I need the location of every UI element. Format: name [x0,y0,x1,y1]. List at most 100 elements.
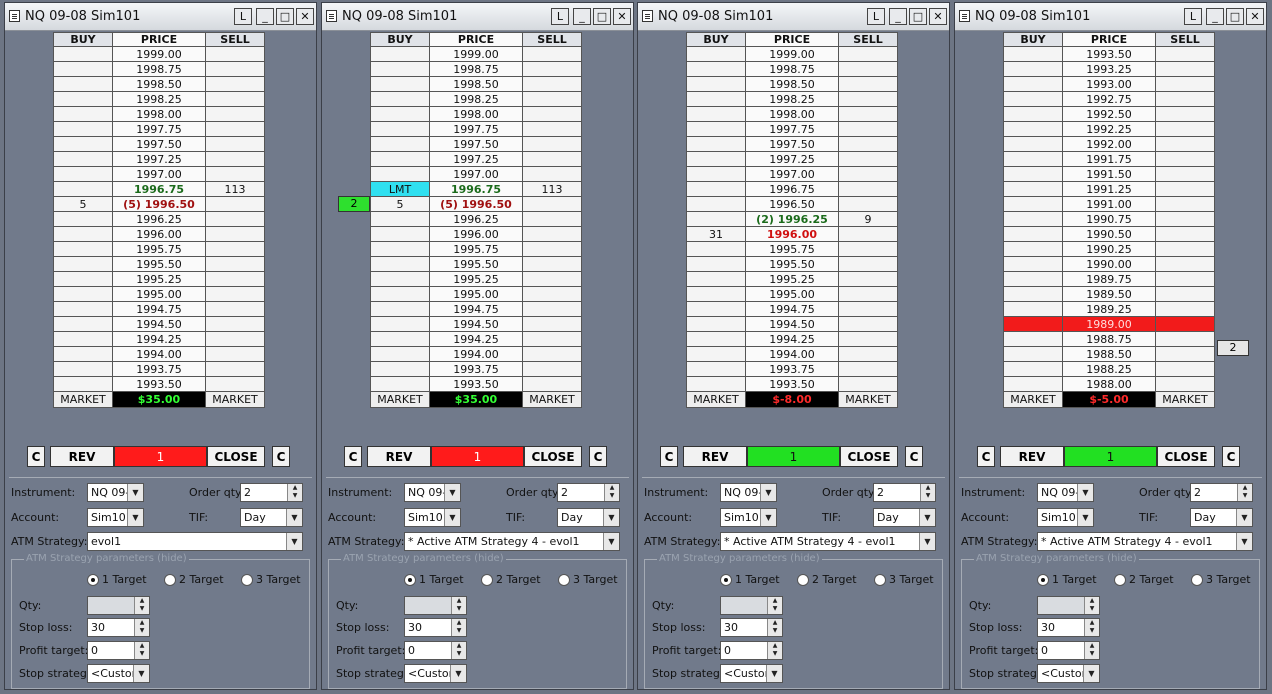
buy-cell[interactable] [686,166,746,182]
buy-cell[interactable] [1003,346,1063,362]
ladder-row[interactable]: 1995.00 [686,286,898,302]
price-cell[interactable]: 1995.75 [429,241,523,257]
buy-cell[interactable] [53,271,113,287]
stop-loss-field[interactable]: 30 ▲ ▼ [1037,618,1100,637]
ladder-row[interactable]: 1993.75 [686,361,898,377]
price-cell[interactable]: 1997.50 [429,136,523,152]
ladder-row[interactable]: 1994.50 [686,316,898,332]
spin-updown-icon[interactable]: ▲ ▼ [134,619,149,636]
sell-cell[interactable] [205,271,265,287]
buy-cell[interactable] [1003,196,1063,212]
dom-window[interactable]: NQ 09-08 Sim101 L _ □ ✕ 2 BUY PRICE SELL 1993.50 1… [954,2,1267,690]
buy-cell[interactable] [53,151,113,167]
price-cell[interactable]: 1992.25 [1062,121,1156,137]
price-cell[interactable]: (5) 1996.50 [429,196,523,212]
sell-cell[interactable] [838,241,898,257]
order-qty-field[interactable]: 2 ▲ ▼ [240,483,303,502]
tif-select[interactable]: Day ▼ [873,508,936,527]
buy-cell[interactable] [686,346,746,362]
price-cell[interactable]: 1997.75 [112,121,206,137]
buy-cell[interactable] [1003,136,1063,152]
sell-cell[interactable] [205,226,265,242]
chevron-down-icon[interactable]: ▼ [766,665,782,682]
ladder-row[interactable]: 1994.00 [370,346,582,362]
market-sell-button[interactable]: MARKET [522,391,582,408]
buy-cell[interactable] [1003,271,1063,287]
buy-cell[interactable] [1003,331,1063,347]
price-cell[interactable]: 1998.25 [745,91,839,107]
title-bar[interactable]: NQ 09-08 Sim101 L _ □ ✕ [322,3,633,31]
sell-cell[interactable] [838,61,898,77]
buy-cell[interactable] [370,106,430,122]
sell-cell[interactable] [522,136,582,152]
price-cell[interactable]: 1999.00 [112,46,206,62]
sell-cell[interactable] [1155,151,1215,167]
ladder-row[interactable]: 1995.25 [53,271,265,287]
ladder-row[interactable]: 1988.25 [1003,361,1215,377]
ladder-row[interactable]: 1992.75 [1003,91,1215,107]
ladder-row[interactable]: 1994.75 [686,301,898,317]
sell-cell[interactable] [205,46,265,62]
ladder-row[interactable]: 1989.00 [1003,316,1215,332]
ladder-row[interactable]: 1997.00 [686,166,898,182]
buy-cell[interactable] [53,166,113,182]
price-cell[interactable]: 1995.25 [112,271,206,287]
chevron-down-icon[interactable]: ▼ [1236,509,1252,526]
price-cell[interactable]: 1997.75 [429,121,523,137]
price-cell[interactable]: 1998.50 [429,76,523,92]
chevron-down-icon[interactable]: ▼ [127,484,143,501]
price-cell[interactable]: 1998.75 [745,61,839,77]
buy-cell[interactable] [686,241,746,257]
maximize-button[interactable]: □ [276,8,294,25]
sell-cell[interactable] [205,61,265,77]
buy-cell[interactable] [1003,286,1063,302]
tif-select[interactable]: Day ▼ [557,508,620,527]
stop-strategy-select[interactable]: <Custom> ▼ [87,664,150,683]
price-cell[interactable]: 1996.75 [429,181,523,197]
buy-cell[interactable] [686,376,746,392]
tif-select[interactable]: Day ▼ [240,508,303,527]
ladder-row[interactable]: 1999.00 [686,46,898,62]
buy-cell[interactable]: 31 [686,226,746,242]
ladder-row[interactable]: 1998.75 [53,61,265,77]
one-target-radio[interactable]: 1 Target [404,573,464,586]
three-target-radio[interactable]: 3 Target [1191,573,1251,586]
sell-cell[interactable] [838,181,898,197]
ladder-row[interactable]: 1994.75 [370,301,582,317]
account-select[interactable]: Sim101 ▼ [720,508,777,527]
ladder-row[interactable]: 1997.50 [53,136,265,152]
price-cell[interactable]: 1994.00 [429,346,523,362]
buy-cell[interactable] [53,376,113,392]
buy-cell[interactable] [686,331,746,347]
price-cell[interactable]: 1994.25 [745,331,839,347]
ladder-row[interactable]: 5 (5) 1996.50 [53,196,265,212]
atm-strategy-select[interactable]: * Active ATM Strategy 4 - evol1 ▼ [404,532,620,551]
stop-strategy-select[interactable]: <Custom> ▼ [404,664,467,683]
price-cell[interactable]: 1996.00 [429,226,523,242]
sell-cell[interactable] [838,91,898,107]
buy-cell[interactable] [370,376,430,392]
profit-target-field[interactable]: 0 ▲ ▼ [720,641,783,660]
reverse-button[interactable]: REV [50,446,114,467]
chevron-down-icon[interactable]: ▼ [760,509,776,526]
chevron-down-icon[interactable]: ▼ [286,509,302,526]
ladder-row[interactable]: 1993.50 [370,376,582,392]
spin-updown-icon[interactable]: ▲ ▼ [1084,597,1099,614]
sell-cell[interactable] [838,271,898,287]
sell-cell[interactable] [205,151,265,167]
sell-cell[interactable] [1155,181,1215,197]
order-qty-field[interactable]: 2 ▲ ▼ [1190,483,1253,502]
sell-cell[interactable] [838,106,898,122]
ladder-row[interactable]: 1997.00 [53,166,265,182]
sell-cell[interactable] [522,286,582,302]
ladder-row[interactable]: 1998.00 [53,106,265,122]
sell-cell[interactable] [205,136,265,152]
price-cell[interactable]: 1988.25 [1062,361,1156,377]
price-cell[interactable]: 1997.50 [112,136,206,152]
sell-cell[interactable] [1155,331,1215,347]
buy-cell[interactable] [1003,376,1063,392]
cancel-buy-orders-button[interactable]: C [977,446,995,467]
instrument-select[interactable]: NQ 09-08 ▼ [87,483,144,502]
ladder-row[interactable]: 1991.75 [1003,151,1215,167]
buy-cell[interactable] [370,346,430,362]
